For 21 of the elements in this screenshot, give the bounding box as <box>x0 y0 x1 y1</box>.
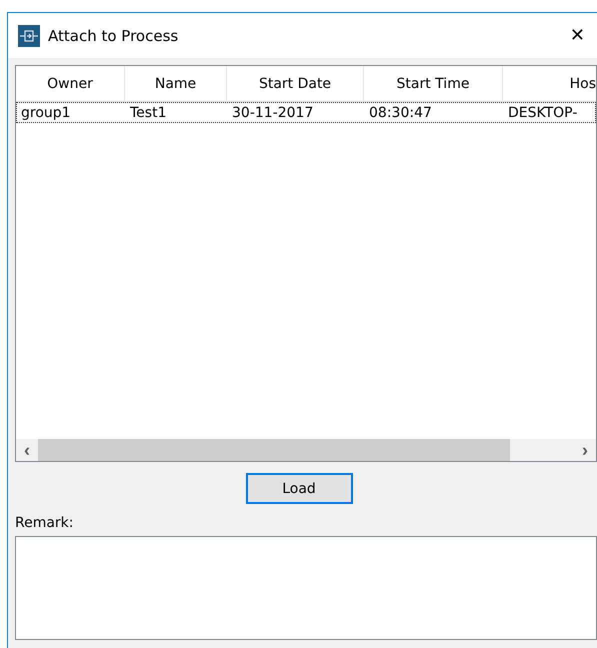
remark-field[interactable] <box>15 536 597 640</box>
table-cell-text: 30-11-2017 <box>231 104 314 122</box>
horizontal-scrollbar[interactable]: ‹ › <box>16 439 596 461</box>
close-button[interactable]: ✕ <box>566 25 589 46</box>
scroll-right-button[interactable]: › <box>574 439 596 461</box>
column-header[interactable]: Start Date <box>227 66 364 101</box>
column-header[interactable]: Owner <box>16 66 125 101</box>
table-cell-text: group1 <box>20 104 72 122</box>
table-cell-text: DESKTOP- <box>507 104 578 122</box>
scroll-thumb[interactable] <box>38 439 510 461</box>
remark-label: Remark: <box>15 515 75 531</box>
app-icon <box>18 24 40 46</box>
table-cell-text: 08:30:47 <box>368 104 433 122</box>
scroll-left-button[interactable]: ‹ <box>16 439 38 461</box>
table-row[interactable]: group1 Test1 30-11-2017 08:30:47 DESKTOP- <box>16 102 596 123</box>
table-cell-text: Test1 <box>129 104 168 122</box>
load-button[interactable]: Load <box>246 473 352 504</box>
column-header[interactable]: Name <box>125 66 227 101</box>
column-header[interactable]: Start Time <box>364 66 503 101</box>
window-title: Attach to Process <box>48 26 180 44</box>
column-header[interactable]: Hos <box>503 66 596 101</box>
